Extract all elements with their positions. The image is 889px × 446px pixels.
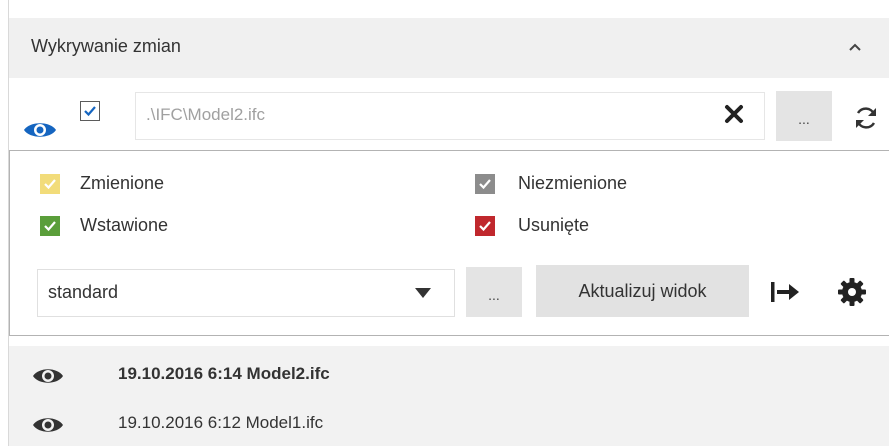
legend-checkbox-zmienione[interactable] (40, 174, 60, 194)
check-icon (479, 221, 491, 232)
eye-icon[interactable] (31, 365, 65, 387)
legend-checkbox-wstawione[interactable] (40, 216, 60, 236)
panel-title: Wykrywanie zmian (31, 36, 181, 56)
refresh-icon[interactable] (851, 103, 881, 133)
check-icon (84, 106, 96, 117)
profile-select-value: standard (48, 282, 119, 302)
check-icon (44, 221, 56, 232)
enable-checkbox[interactable] (80, 101, 100, 121)
close-icon[interactable] (722, 102, 746, 126)
legend-label-wstawione: Wstawione (80, 215, 169, 235)
gear-icon[interactable] (837, 277, 867, 307)
update-view-button[interactable]: Aktualizuj widok (536, 265, 749, 317)
check-icon (479, 179, 491, 190)
legend-label-zmienione: Zmienione (80, 173, 165, 193)
export-icon[interactable] (769, 280, 801, 304)
file-path-value: .\IFC\Model2.ifc (146, 105, 266, 124)
legend-label-usuniete: Usunięte (518, 215, 590, 235)
version-label: 19.10.2016 6:12 Model1.ifc (118, 413, 324, 432)
legend-checkbox-niezmienione[interactable] (475, 174, 495, 194)
profile-options-button[interactable]: ... (466, 267, 522, 317)
legend-checkbox-usuniete[interactable] (475, 216, 495, 236)
chevron-up-icon[interactable] (847, 40, 863, 54)
eye-icon[interactable] (22, 119, 58, 141)
browse-button[interactable]: ... (776, 91, 832, 141)
eye-icon[interactable] (31, 414, 65, 436)
legend-label-niezmienione: Niezmienione (518, 173, 628, 193)
version-label: 19.10.2016 6:14 Model2.ifc (118, 364, 330, 383)
dropdown-arrow-icon[interactable] (415, 288, 431, 298)
check-icon (44, 179, 56, 190)
